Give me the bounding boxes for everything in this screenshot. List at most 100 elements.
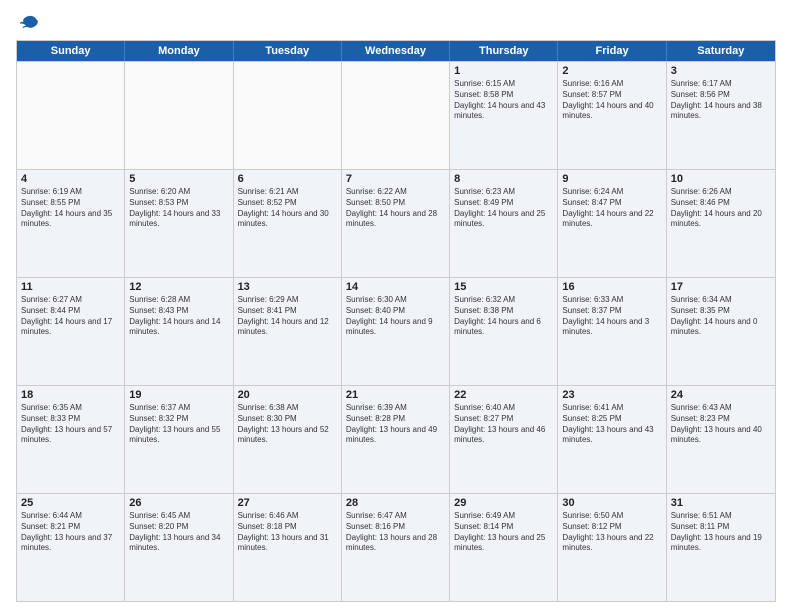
calendar-cell-28: 28 Sunrise: 6:47 AM Sunset: 8:16 PM Dayli… (342, 494, 450, 601)
calendar-cell-31: 31 Sunrise: 6:51 AM Sunset: 8:11 PM Dayli… (667, 494, 775, 601)
calendar-cell-3: 3 Sunrise: 6:17 AM Sunset: 8:56 PM Daylig… (667, 62, 775, 169)
day-number: 26 (129, 497, 228, 509)
calendar-cell-21: 21 Sunrise: 6:39 AM Sunset: 8:28 PM Dayli… (342, 386, 450, 493)
day-number: 31 (671, 497, 771, 509)
cell-info: Sunrise: 6:23 AM Sunset: 8:49 PM Dayligh… (454, 187, 553, 230)
calendar-header-saturday: Saturday (667, 41, 775, 61)
calendar-cell-15: 15 Sunrise: 6:32 AM Sunset: 8:38 PM Dayli… (450, 278, 558, 385)
day-number: 2 (562, 65, 661, 77)
day-number: 10 (671, 173, 771, 185)
calendar-cell-2: 2 Sunrise: 6:16 AM Sunset: 8:57 PM Daylig… (558, 62, 666, 169)
day-number: 6 (238, 173, 337, 185)
calendar-cell-empty-0-2 (234, 62, 342, 169)
day-number: 4 (21, 173, 120, 185)
cell-info: Sunrise: 6:27 AM Sunset: 8:44 PM Dayligh… (21, 295, 120, 338)
calendar-cell-7: 7Sunrise: 6:22 AM Sunset: 8:50 PM Daylig… (342, 170, 450, 277)
calendar-cell-empty-0-3 (342, 62, 450, 169)
day-number: 7 (346, 173, 445, 185)
cell-info: Sunrise: 6:33 AM Sunset: 8:37 PM Dayligh… (562, 295, 661, 338)
calendar-header-tuesday: Tuesday (234, 41, 342, 61)
calendar-row-1: 1 Sunrise: 6:15 AM Sunset: 8:58 PM Daylig… (17, 61, 775, 169)
day-number: 16 (562, 281, 661, 293)
calendar-cell-8: 8 Sunrise: 6:23 AM Sunset: 8:49 PM Daylig… (450, 170, 558, 277)
cell-info: Sunrise: 6:40 AM Sunset: 8:27 PM Dayligh… (454, 403, 553, 446)
calendar-cell-4: 4 Sunrise: 6:19 AM Sunset: 8:55 PM Daylig… (17, 170, 125, 277)
calendar-header-wednesday: Wednesday (342, 41, 450, 61)
day-number: 22 (454, 389, 553, 401)
calendar-cell-9: 9 Sunrise: 6:24 AM Sunset: 8:47 PM Daylig… (558, 170, 666, 277)
day-number: 3 (671, 65, 771, 77)
day-number: 8 (454, 173, 553, 185)
cell-info: Sunrise: 6:46 AM Sunset: 8:18 PM Dayligh… (238, 511, 337, 554)
day-number: 13 (238, 281, 337, 293)
logo-bird-icon (18, 12, 40, 34)
day-number: 28 (346, 497, 445, 509)
cell-info: Sunrise: 6:44 AM Sunset: 8:21 PM Dayligh… (21, 511, 120, 554)
day-number: 14 (346, 281, 445, 293)
cell-info: Sunrise: 6:47 AM Sunset: 8:16 PM Dayligh… (346, 511, 445, 554)
calendar-row-4: 18 Sunrise: 6:35 AM Sunset: 8:33 PM Dayli… (17, 385, 775, 493)
day-number: 20 (238, 389, 337, 401)
cell-info: Sunrise: 6:29 AM Sunset: 8:41 PM Dayligh… (238, 295, 337, 338)
cell-info: Sunrise: 6:32 AM Sunset: 8:38 PM Dayligh… (454, 295, 553, 338)
cell-info: Sunrise: 6:28 AM Sunset: 8:43 PM Dayligh… (129, 295, 228, 338)
cell-info: Sunrise: 6:15 AM Sunset: 8:58 PM Dayligh… (454, 79, 553, 122)
cell-info: Sunrise: 6:51 AM Sunset: 8:11 PM Dayligh… (671, 511, 771, 554)
cell-info: Sunrise: 6:17 AM Sunset: 8:56 PM Dayligh… (671, 79, 771, 122)
cell-info: Sunrise: 6:38 AM Sunset: 8:30 PM Dayligh… (238, 403, 337, 446)
day-number: 5 (129, 173, 228, 185)
calendar-cell-16: 16 Sunrise: 6:33 AM Sunset: 8:37 PM Dayli… (558, 278, 666, 385)
day-number: 21 (346, 389, 445, 401)
calendar-cell-empty-0-0 (17, 62, 125, 169)
calendar-cell-10: 10Sunrise: 6:26 AM Sunset: 8:46 PM Dayli… (667, 170, 775, 277)
day-number: 9 (562, 173, 661, 185)
cell-info: Sunrise: 6:35 AM Sunset: 8:33 PM Dayligh… (21, 403, 120, 446)
calendar-cell-5: 5 Sunrise: 6:20 AM Sunset: 8:53 PM Daylig… (125, 170, 233, 277)
calendar-cell-6: 6Sunrise: 6:21 AM Sunset: 8:52 PM Daylig… (234, 170, 342, 277)
cell-info: Sunrise: 6:41 AM Sunset: 8:25 PM Dayligh… (562, 403, 661, 446)
day-number: 23 (562, 389, 661, 401)
calendar-cell-14: 14 Sunrise: 6:30 AM Sunset: 8:40 PM Dayli… (342, 278, 450, 385)
calendar-cell-13: 13 Sunrise: 6:29 AM Sunset: 8:41 PM Dayli… (234, 278, 342, 385)
day-number: 11 (21, 281, 120, 293)
day-number: 24 (671, 389, 771, 401)
calendar-cell-19: 19 Sunrise: 6:37 AM Sunset: 8:32 PM Dayli… (125, 386, 233, 493)
day-number: 18 (21, 389, 120, 401)
calendar-row-3: 11 Sunrise: 6:27 AM Sunset: 8:44 PM Dayli… (17, 277, 775, 385)
calendar-header-friday: Friday (558, 41, 666, 61)
calendar-cell-11: 11 Sunrise: 6:27 AM Sunset: 8:44 PM Dayli… (17, 278, 125, 385)
calendar-cell-20: 20 Sunrise: 6:38 AM Sunset: 8:30 PM Dayli… (234, 386, 342, 493)
cell-info: Sunrise: 6:49 AM Sunset: 8:14 PM Dayligh… (454, 511, 553, 554)
cell-info: Sunrise: 6:50 AM Sunset: 8:12 PM Dayligh… (562, 511, 661, 554)
calendar-cell-12: 12 Sunrise: 6:28 AM Sunset: 8:43 PM Dayli… (125, 278, 233, 385)
calendar-header-thursday: Thursday (450, 41, 558, 61)
calendar-cell-27: 27 Sunrise: 6:46 AM Sunset: 8:18 PM Dayli… (234, 494, 342, 601)
cell-info: Sunrise: 6:20 AM Sunset: 8:53 PM Dayligh… (129, 187, 228, 230)
day-number: 17 (671, 281, 771, 293)
day-number: 15 (454, 281, 553, 293)
calendar-header-sunday: Sunday (17, 41, 125, 61)
cell-info: Sunrise: 6:37 AM Sunset: 8:32 PM Dayligh… (129, 403, 228, 446)
calendar-header-row: SundayMondayTuesdayWednesdayThursdayFrid… (17, 41, 775, 61)
day-number: 1 (454, 65, 553, 77)
calendar-row-5: 25Sunrise: 6:44 AM Sunset: 8:21 PM Dayli… (17, 493, 775, 601)
calendar-cell-26: 26Sunrise: 6:45 AM Sunset: 8:20 PM Dayli… (125, 494, 233, 601)
calendar-cell-18: 18 Sunrise: 6:35 AM Sunset: 8:33 PM Dayli… (17, 386, 125, 493)
day-number: 29 (454, 497, 553, 509)
cell-info: Sunrise: 6:39 AM Sunset: 8:28 PM Dayligh… (346, 403, 445, 446)
cell-info: Sunrise: 6:19 AM Sunset: 8:55 PM Dayligh… (21, 187, 120, 230)
calendar: SundayMondayTuesdayWednesdayThursdayFrid… (16, 40, 776, 602)
day-number: 12 (129, 281, 228, 293)
calendar-header-monday: Monday (125, 41, 233, 61)
day-number: 19 (129, 389, 228, 401)
calendar-cell-17: 17Sunrise: 6:34 AM Sunset: 8:35 PM Dayli… (667, 278, 775, 385)
cell-info: Sunrise: 6:43 AM Sunset: 8:23 PM Dayligh… (671, 403, 771, 446)
cell-info: Sunrise: 6:16 AM Sunset: 8:57 PM Dayligh… (562, 79, 661, 122)
calendar-cell-empty-0-1 (125, 62, 233, 169)
calendar-cell-24: 24 Sunrise: 6:43 AM Sunset: 8:23 PM Dayli… (667, 386, 775, 493)
day-number: 27 (238, 497, 337, 509)
cell-info: Sunrise: 6:30 AM Sunset: 8:40 PM Dayligh… (346, 295, 445, 338)
calendar-cell-30: 30Sunrise: 6:50 AM Sunset: 8:12 PM Dayli… (558, 494, 666, 601)
logo (16, 12, 40, 34)
cell-info: Sunrise: 6:24 AM Sunset: 8:47 PM Dayligh… (562, 187, 661, 230)
